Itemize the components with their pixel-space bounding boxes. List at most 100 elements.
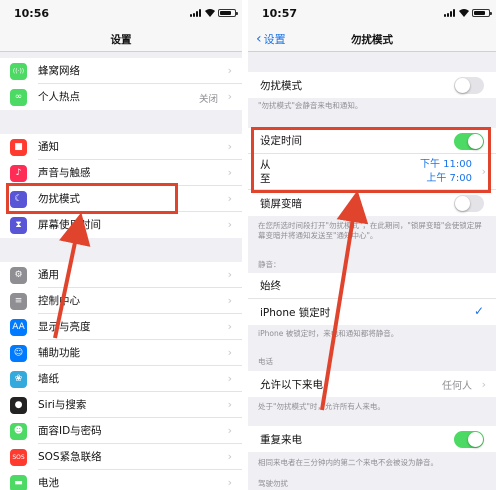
- faceid-icon: ☻: [10, 422, 27, 440]
- settings-row[interactable]: ❀ 墙纸 ›: [0, 366, 242, 392]
- settings-row[interactable]: AA 显示与亮度 ›: [0, 314, 242, 340]
- from-time: 下午 11:00: [420, 159, 472, 170]
- settings-row-label: 声音与触感: [38, 160, 242, 186]
- silence-locked-row[interactable]: iPhone 锁定时 ✓: [248, 299, 496, 325]
- settings-row[interactable]: ☾ 勿扰模式 ›: [0, 186, 242, 212]
- allow-calls-note: 处于"勿扰模式"时，允许所有人来电。: [258, 402, 385, 411]
- hotspot-icon: ∞: [10, 88, 27, 106]
- settings-row[interactable]: ☻ 面容ID与密码 ›: [0, 418, 242, 444]
- settings-row-label: 显示与亮度: [38, 314, 242, 340]
- settings-row[interactable]: ■ 通知 ›: [0, 134, 242, 160]
- settings-row-label: 屏幕使用时间: [38, 219, 101, 231]
- bedtime-toggle[interactable]: [454, 195, 484, 212]
- settings-row-label: 蜂窝网络: [38, 58, 242, 84]
- settings-row[interactable]: SOS SOS紧急联络 ›: [0, 444, 242, 470]
- battery-status-icon: [218, 9, 238, 17]
- scheduled-row: 设定时间: [248, 128, 496, 154]
- settings-row-label: 通用: [38, 262, 242, 288]
- chevron-right-icon: ›: [481, 377, 486, 391]
- battery-status-icon: [472, 9, 492, 17]
- repeat-calls-note: 相同来电者在三分钟内的第二个来电不会被设为静音。: [258, 458, 438, 467]
- nav-bar: ‹ 设置 勿扰模式: [248, 26, 496, 52]
- chevron-right-icon: ›: [227, 64, 232, 77]
- silence-always-label: 始终: [260, 280, 281, 292]
- chevron-right-icon: ›: [227, 372, 232, 385]
- settings-row-value: 关闭: [198, 94, 218, 105]
- silence-note: iPhone 被锁定时，来电和通知都将静音。: [258, 329, 399, 338]
- status-bar: 10:56: [0, 0, 242, 26]
- settings-row-label: 控制中心: [38, 288, 242, 314]
- chevron-right-icon: ›: [227, 398, 232, 411]
- nav-bar: 设置: [0, 26, 242, 52]
- sound-icon: ♪: [10, 164, 27, 182]
- chevron-right-icon: ›: [481, 165, 486, 178]
- chevron-right-icon: ›: [227, 90, 232, 103]
- settings-row-label: 辅助功能: [38, 340, 242, 366]
- allow-calls-value: 任何人: [442, 380, 472, 392]
- settings-row-label: 电池: [38, 477, 59, 489]
- settings-group-general: ⚙ 通用 › ≡ 控制中心 › AA 显示与亮度 › ☺ 辅助功能 › ❀ 墙纸 › ● Siri与搜索 › ☻ 面容…: [0, 262, 242, 490]
- repeat-calls-toggle[interactable]: [454, 431, 484, 448]
- siri-icon: ●: [10, 396, 27, 414]
- page-title: 设置: [110, 34, 132, 46]
- hourglass-icon: ⧗: [10, 216, 27, 234]
- dnd-note: "勿扰模式"会静音来电和通知。: [258, 101, 363, 110]
- to-label: 至: [260, 172, 271, 185]
- phone-header: 电话: [258, 357, 273, 366]
- settings-row[interactable]: ∞ 个人热点 关闭 ›: [0, 84, 242, 110]
- chevron-right-icon: ›: [227, 192, 232, 205]
- chevron-right-icon: ›: [227, 346, 232, 359]
- silence-group: 始终 iPhone 锁定时 ✓: [248, 273, 496, 325]
- chevron-right-icon: ›: [227, 218, 232, 231]
- status-time: 10:56: [14, 7, 50, 20]
- settings-row-label: 勿扰模式: [38, 186, 242, 212]
- to-time: 上午 7:00: [426, 173, 472, 184]
- settings-row[interactable]: ((·)) 蜂窝网络 ›: [0, 58, 242, 84]
- scheduled-toggle[interactable]: [454, 133, 484, 150]
- dnd-group: 勿扰模式: [248, 72, 496, 98]
- settings-row[interactable]: ☺ 辅助功能 ›: [0, 340, 242, 366]
- chevron-right-icon: ›: [227, 450, 232, 463]
- dnd-row: 勿扰模式: [248, 72, 496, 98]
- signal-icon: [444, 9, 455, 17]
- bedtime-label: 锁屏变暗: [260, 197, 302, 210]
- accessibility-icon: ☺: [10, 344, 27, 362]
- phone-group: 允许以下来电 任何人 ›: [248, 371, 496, 397]
- settings-row-label: 墙纸: [38, 366, 242, 392]
- chevron-right-icon: ›: [227, 476, 232, 489]
- repeat-group: 重复来电: [248, 426, 496, 452]
- repeat-calls-label: 重复来电: [260, 433, 302, 446]
- settings-row[interactable]: ⚙ 通用 ›: [0, 262, 242, 288]
- wifi-icon: [205, 9, 215, 17]
- battery-icon: ▬: [10, 474, 27, 490]
- bedtime-row: 锁屏变暗: [248, 190, 496, 216]
- allow-calls-row[interactable]: 允许以下来电 任何人 ›: [248, 371, 496, 397]
- antenna-icon: ((·)): [10, 62, 27, 80]
- settings-row-label: 通知: [38, 134, 242, 160]
- signal-icon: [190, 9, 201, 17]
- settings-row[interactable]: ⧗ 屏幕使用时间 ›: [0, 212, 242, 238]
- settings-row-label: 面容ID与密码: [38, 418, 242, 444]
- settings-screen: 10:56 设置 ((·)) 蜂窝网络 › ∞ 个人热点 关闭 › ■ 通知 › ♪ 声音与触感 › ☾…: [0, 0, 242, 490]
- settings-row-label: Siri与搜索: [38, 392, 242, 418]
- settings-row[interactable]: ● Siri与搜索 ›: [0, 392, 242, 418]
- dnd-label: 勿扰模式: [260, 79, 302, 92]
- dnd-toggle[interactable]: [454, 77, 484, 94]
- wifi-icon: [459, 9, 469, 17]
- moon-icon: ☾: [10, 190, 27, 208]
- allow-calls-label: 允许以下来电: [260, 378, 323, 391]
- display-icon: AA: [10, 318, 27, 336]
- settings-row[interactable]: ▬ 电池 ›: [0, 470, 242, 490]
- settings-group-network: ((·)) 蜂窝网络 › ∞ 个人热点 关闭 ›: [0, 58, 242, 110]
- status-bar: 10:57: [248, 0, 496, 26]
- silence-always-row[interactable]: 始终: [248, 273, 496, 299]
- settings-row[interactable]: ♪ 声音与触感 ›: [0, 160, 242, 186]
- repeat-calls-row: 重复来电: [248, 426, 496, 452]
- chevron-right-icon: ›: [227, 140, 232, 153]
- silence-locked-label: iPhone 锁定时: [260, 306, 331, 319]
- schedule-time-row[interactable]: 从 至 下午 11:00 上午 7:00 ›: [248, 154, 496, 190]
- scheduled-label: 设定时间: [260, 135, 302, 147]
- do-not-disturb-screen: 10:57 ‹ 设置 勿扰模式 勿扰模式 "勿扰模式"会静音来电和通知。 设定时…: [248, 0, 496, 490]
- page-title: 勿扰模式: [351, 34, 393, 46]
- settings-row[interactable]: ≡ 控制中心 ›: [0, 288, 242, 314]
